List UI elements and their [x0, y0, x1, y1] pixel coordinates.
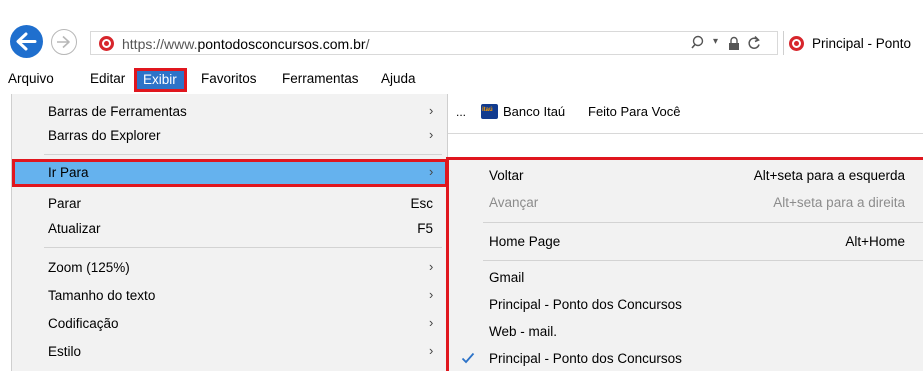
chevron-right-icon: › [429, 287, 434, 302]
url-prefix: https://www. [122, 36, 198, 52]
url-domain: pontodosconcursos.com.br [197, 36, 366, 52]
submenu-item-label: Home Page [489, 234, 561, 249]
submenu-item-label: Principal - Ponto dos Concursos [489, 351, 682, 366]
menu-item-barras-do-explorer[interactable]: Barras do Explorer › [12, 124, 447, 148]
menu-item-zoom[interactable]: Zoom (125%) › [12, 256, 447, 280]
menu-editar[interactable]: Editar [90, 71, 125, 86]
menu-item-ir-para[interactable]: Ir Para › [12, 159, 448, 187]
menu-item-label: Estilo [48, 344, 82, 359]
menu-item-codificacao[interactable]: Codificação › [12, 312, 447, 336]
submenu-item-label: Avançar [489, 195, 539, 210]
site-favicon-icon [99, 36, 114, 51]
submenu-item-label: Principal - Ponto dos Concursos [489, 297, 682, 312]
chevron-right-icon: › [429, 315, 434, 330]
menu-item-label: Tamanho do texto [48, 288, 156, 303]
back-button[interactable] [10, 25, 43, 58]
menu-item-label: Codificação [48, 316, 119, 331]
submenu-item-label: Web - mail. [489, 324, 558, 339]
menu-item-parar[interactable]: Parar Esc [12, 192, 447, 216]
submenu-item-shortcut: Alt+seta para a esquerda [753, 168, 905, 183]
toolbar-divider [448, 133, 923, 134]
url-suffix: / [365, 36, 370, 52]
menu-ajuda[interactable]: Ajuda [381, 71, 416, 86]
back-arrow-icon [16, 32, 37, 51]
menu-item-label: Barras de Ferramentas [48, 104, 187, 119]
menu-item-shortcut: Esc [410, 196, 433, 211]
search-icon[interactable] [691, 35, 707, 51]
menu-separator [44, 154, 442, 155]
favorites-bar: ... itaú Banco Itaú Feito Para Você [448, 100, 923, 124]
forward-button[interactable] [51, 29, 77, 55]
forward-arrow-icon [57, 35, 70, 49]
favorites-overflow[interactable]: ... [456, 105, 466, 119]
url-text[interactable]: https://www.pontodosconcursos.com.br/ [122, 36, 369, 52]
tab-label: Principal - Ponto [812, 36, 912, 51]
chevron-down-icon[interactable]: ▾ [713, 36, 718, 47]
menu-item-label: Atualizar [48, 221, 101, 236]
submenu-item-web-mail[interactable]: Web - mail. [449, 320, 923, 344]
menu-exibir-label: Exibir [143, 72, 177, 87]
menu-item-label: Zoom (125%) [48, 260, 130, 275]
menu-separator [44, 247, 442, 248]
chevron-right-icon: › [429, 103, 434, 118]
address-input[interactable]: https://www.pontodosconcursos.com.br/ ▾ [90, 31, 778, 55]
page-edge [0, 94, 11, 371]
submenu-item-home-page[interactable]: Home Page Alt+Home [449, 230, 923, 254]
address-bar-row: https://www.pontodosconcursos.com.br/ ▾ … [0, 0, 923, 58]
submenu-item-voltar[interactable]: Voltar Alt+seta para a esquerda [449, 164, 923, 188]
exibir-dropdown-menu: Barras de Ferramentas › Barras do Explor… [11, 94, 448, 371]
chevron-right-icon: › [429, 127, 434, 142]
submenu-item-avancar[interactable]: Avançar Alt+seta para a direita [449, 191, 923, 215]
chevron-right-icon: › [429, 343, 434, 358]
submenu-item-shortcut: Alt+Home [845, 234, 905, 249]
menu-arquivo[interactable]: Arquivo [8, 71, 54, 86]
menu-item-tamanho-do-texto[interactable]: Tamanho do texto › [12, 284, 447, 308]
menu-favoritos[interactable]: Favoritos [201, 71, 257, 86]
tab-principal[interactable]: Principal - Ponto [784, 31, 923, 56]
submenu-separator [483, 260, 923, 261]
itau-logo-text: itaú [482, 107, 493, 113]
submenu-separator [483, 222, 923, 223]
tab-favicon-icon [789, 36, 804, 51]
check-icon [461, 352, 475, 364]
submenu-item-principal-1[interactable]: Principal - Ponto dos Concursos [449, 293, 923, 317]
submenu-item-label: Voltar [489, 168, 524, 183]
favorite-banco-itau[interactable]: Banco Itaú [503, 104, 565, 119]
menu-item-shortcut: F5 [417, 221, 433, 236]
menu-item-estilo[interactable]: Estilo › [12, 340, 447, 364]
menu-item-barras-de-ferramentas[interactable]: Barras de Ferramentas › [12, 100, 447, 124]
chevron-right-icon: › [429, 259, 434, 274]
submenu-item-principal-2[interactable]: Principal - Ponto dos Concursos [449, 347, 923, 371]
submenu-item-gmail[interactable]: Gmail [449, 266, 923, 290]
menu-item-label: Ir Para [48, 165, 89, 180]
menu-exibir[interactable]: Exibir [134, 68, 187, 92]
itau-logo-icon: itaú [481, 104, 498, 119]
submenu-item-shortcut: Alt+seta para a direita [773, 195, 905, 210]
chevron-right-icon: › [429, 164, 434, 179]
favorite-feito-para-voce[interactable]: Feito Para Você [588, 104, 681, 119]
submenu-item-label: Gmail [489, 270, 525, 285]
menu-ferramentas[interactable]: Ferramentas [282, 71, 359, 86]
ir-para-submenu: Voltar Alt+seta para a esquerda Avançar … [446, 157, 923, 371]
menu-item-atualizar[interactable]: Atualizar F5 [12, 217, 447, 241]
refresh-icon[interactable] [747, 35, 761, 51]
menu-bar: Arquivo Editar Exibir Favoritos Ferramen… [0, 68, 923, 92]
menu-item-label: Parar [48, 196, 82, 211]
menu-item-label: Barras do Explorer [48, 128, 161, 143]
lock-icon[interactable] [728, 36, 740, 51]
